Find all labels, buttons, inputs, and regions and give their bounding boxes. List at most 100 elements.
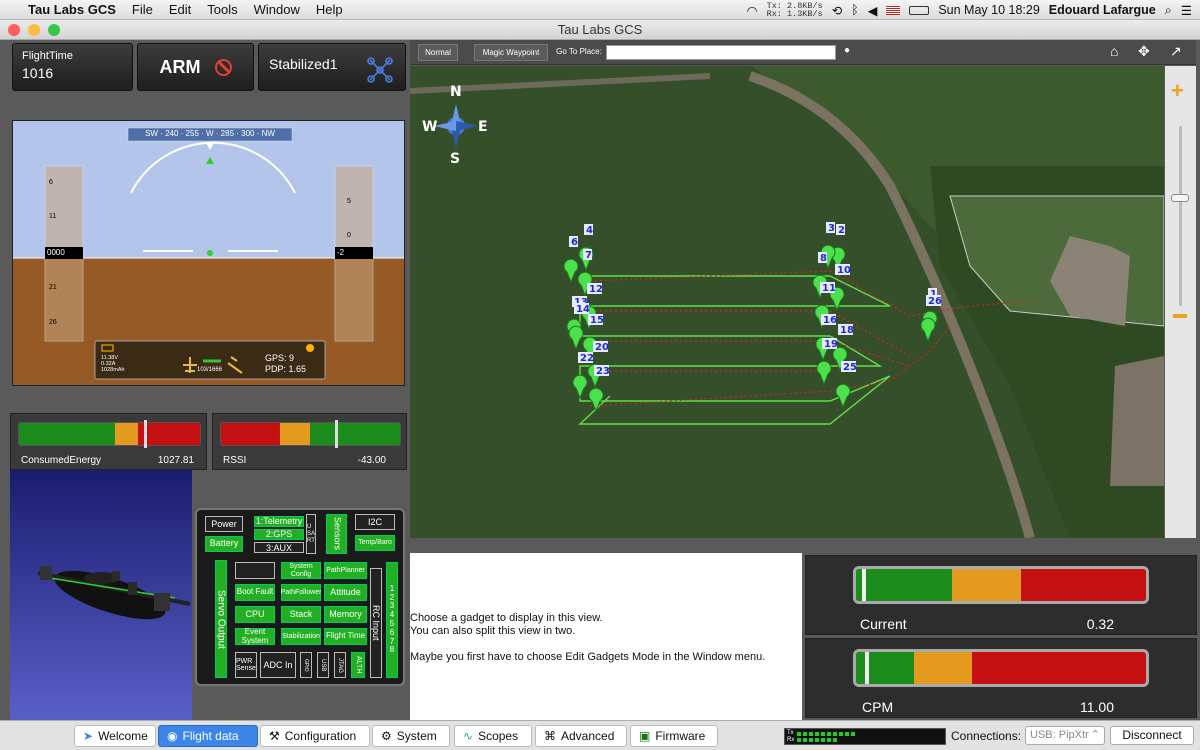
zoom-button[interactable] <box>48 24 60 36</box>
volume-icon[interactable]: ◀ <box>868 3 878 18</box>
pdp-readout: PDP: 1.65 <box>265 364 307 374</box>
alt-mark-5: 5 <box>347 198 351 205</box>
tab-firmware[interactable]: ▣ Firmware <box>630 725 718 747</box>
quad-model <box>37 566 191 620</box>
help-line-3: Maybe you first have to choose Edit Gadg… <box>410 651 766 663</box>
telemetry-box[interactable]: 1:Telemetry <box>254 516 304 527</box>
battery-icon[interactable] <box>909 5 930 15</box>
waypoint-label-22: 22 <box>580 353 594 364</box>
close-button[interactable] <box>8 24 20 36</box>
txrx-meter: Tx Rx <box>784 728 946 745</box>
goto-place-input[interactable] <box>606 45 836 60</box>
map-view[interactable]: N W E S 1 2 3 4 6 7 8 10 11 12 13 14 15 16 18 19 20 22 23 2… <box>410 66 1164 538</box>
flighttime-box[interactable]: Flight Time <box>324 628 367 645</box>
waypoint-label-11: 11 <box>822 283 836 294</box>
tab-system[interactable]: ⚙ System <box>372 725 450 747</box>
menu-help[interactable]: Help <box>308 2 351 17</box>
timemachine-icon[interactable]: ⟲ <box>832 3 842 18</box>
chip-icon: ▣ <box>639 729 651 743</box>
disconnect-button[interactable]: Disconnect <box>1110 726 1194 745</box>
menu-edit[interactable]: Edit <box>161 2 199 17</box>
sensors-box[interactable]: Sensors <box>326 514 347 554</box>
current-bar <box>853 566 1149 604</box>
cpm-label: CPM <box>862 699 894 715</box>
pathfollower-box[interactable]: PathFollower <box>281 584 321 601</box>
flight-time-value: 1016 <box>22 65 54 81</box>
gpio-box[interactable]: GPIO <box>300 652 312 678</box>
tab-scopes-label: Scopes <box>478 729 519 743</box>
menu-file[interactable]: File <box>124 2 161 17</box>
attitude-box[interactable]: Attitude <box>324 584 367 601</box>
pathplanner-box[interactable]: PathPlanner <box>324 562 367 579</box>
move-icon[interactable]: ✥ <box>1138 43 1150 60</box>
device-select[interactable]: USB: PipXtr ⌃ <box>1025 726 1105 745</box>
stabilization-box[interactable]: Stabilization <box>281 628 321 645</box>
stack-box[interactable]: Stack <box>281 606 321 623</box>
app-body: FlightTime 1016 ARM Stabilized1 SW · 240… <box>0 40 1200 720</box>
zoom-slider[interactable] <box>1171 194 1189 202</box>
magic-waypoint-button[interactable]: Magic Waypoint <box>474 44 548 61</box>
tab-scopes[interactable]: ∿ Scopes <box>454 725 532 747</box>
power-box[interactable]: Power <box>205 516 243 532</box>
search-icon[interactable]: ● <box>844 45 850 56</box>
bluetooth-icon[interactable]: ᛒ <box>851 3 859 17</box>
waypoint-label-12: 12 <box>589 284 603 295</box>
alt-readout: -2 <box>337 248 345 257</box>
minimize-button[interactable] <box>28 24 40 36</box>
zoom-out-button[interactable] <box>1173 314 1187 318</box>
satellite-map[interactable]: N W E S 123467 8101112131415 161819202223 2… <box>410 66 1164 538</box>
normal-mode-button[interactable]: Normal <box>418 44 458 61</box>
flight-time-label: FlightTime <box>22 50 73 62</box>
bootfault-box[interactable]: Boot Fault <box>235 584 275 601</box>
tempbaro-box[interactable]: Temp/Baro <box>355 535 395 551</box>
rssi-gauge: RSSI -43.00 <box>212 413 407 470</box>
sysconfig-box[interactable]: System Config <box>281 562 321 579</box>
arm-button[interactable]: ARM <box>137 43 254 91</box>
eventsystem-box[interactable]: Event System <box>235 627 275 645</box>
waypoint-label-2: 2 <box>838 225 845 236</box>
memory-box[interactable]: Memory <box>324 606 367 623</box>
clock[interactable]: Sun May 10 18:29 <box>938 3 1039 17</box>
pwrsense-box[interactable]: PWR Sense <box>235 652 257 678</box>
compass-tape: SW · 240 · 255 · W · 285 · 300 · NW <box>145 129 275 138</box>
menu-window[interactable]: Window <box>246 2 308 17</box>
usart-label: USART <box>306 514 316 554</box>
tab-welcome[interactable]: ➤ Welcome <box>74 725 156 747</box>
menu-tools[interactable]: Tools <box>199 2 245 17</box>
map-toolbar: Normal Magic Waypoint Go To Place: ● ⌂ ✥… <box>410 40 1196 65</box>
i2c-box[interactable]: I2C <box>355 514 395 530</box>
spotlight-icon[interactable]: ⌕ <box>1165 3 1172 18</box>
flag-icon[interactable] <box>886 5 901 15</box>
tab-configuration[interactable]: ⚒ Configuration <box>260 725 370 747</box>
rcinput-label: RC Input <box>370 568 382 678</box>
waypoint-label-20: 20 <box>595 342 609 353</box>
battery-box[interactable]: Battery <box>205 536 243 552</box>
aux-box[interactable]: 3:AUX <box>254 542 304 553</box>
usb-box[interactable]: USB <box>317 652 329 678</box>
cpu-box[interactable]: CPU <box>235 606 275 623</box>
user-name[interactable]: Edouard Lafargue <box>1049 3 1156 17</box>
fullscreen-icon[interactable]: ↗ <box>1170 43 1182 60</box>
waypoint-label-15: 15 <box>590 315 604 326</box>
home-icon[interactable]: ⌂ <box>1110 43 1118 59</box>
window-controls <box>8 24 60 36</box>
tab-flight-data[interactable]: ◉ Flight data <box>158 725 258 747</box>
wifi-icon[interactable]: ◠ <box>747 3 758 18</box>
alth-box[interactable]: ALTH <box>351 652 365 678</box>
adcin-box[interactable]: ADC In <box>260 652 296 678</box>
rssi-bar <box>220 422 401 446</box>
tab-advanced[interactable]: ⌘ Advanced <box>535 725 627 747</box>
jtag-box[interactable]: JTAG <box>334 652 346 678</box>
alt-mark-0: 0 <box>347 232 351 239</box>
status-box[interactable] <box>235 562 275 579</box>
zoom-in-button[interactable]: + <box>1171 78 1184 104</box>
empty-gadget-panel: Choose a gadget to display in this view.… <box>410 553 802 720</box>
gamepad-icon: ⌘ <box>544 729 556 743</box>
flight-mode-box[interactable]: Stabilized1 <box>258 43 406 91</box>
notification-icon[interactable]: ☰ <box>1181 3 1192 18</box>
gps-box[interactable]: 2:GPS <box>254 529 304 540</box>
svg-text:W: W <box>422 119 437 135</box>
waypoint-label-7: 7 <box>585 250 592 261</box>
app-menu[interactable]: Tau Labs GCS <box>18 2 124 17</box>
help-line-2: You can also split this view in two. <box>410 625 576 637</box>
